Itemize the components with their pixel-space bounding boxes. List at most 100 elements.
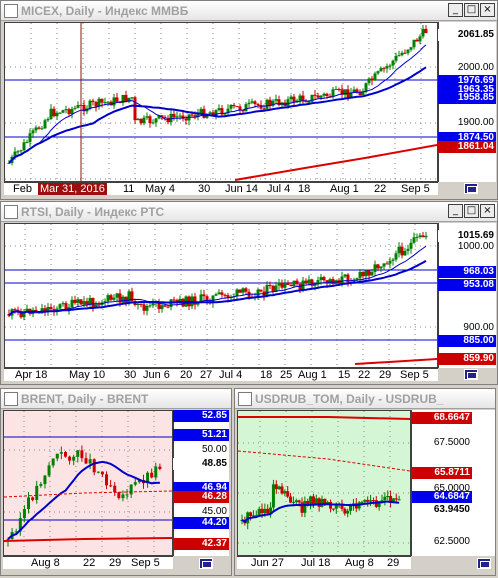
x-tick-label: 22 [358, 369, 371, 381]
brent-chart-window[interactable]: BRENT, Daily - BRENT 52.85 51.21 50.00 4… [0, 388, 232, 576]
candle-body [322, 277, 326, 281]
x-tick-label: Aug 8 [345, 557, 374, 569]
x-tick-label: Jun 27 [251, 557, 285, 569]
candle-body [260, 508, 264, 514]
candle-body [85, 301, 89, 305]
maximize-button[interactable]: □ [464, 3, 479, 17]
minimize-button[interactable]: _ [448, 3, 463, 17]
candle-body [331, 508, 335, 510]
brent-titlebar[interactable]: BRENT, Daily - BRENT [1, 389, 231, 409]
candle-body [235, 289, 239, 296]
candle-body [382, 68, 386, 70]
candle-body [55, 453, 59, 459]
candle-body [424, 28, 428, 34]
candle-body [16, 151, 20, 153]
brent-price-scale[interactable]: 52.85 51.21 50.00 48.85 46.94 46.28 45.0… [173, 410, 229, 556]
candle-body [409, 47, 413, 50]
candle-body [76, 105, 80, 108]
candle-body [385, 263, 389, 265]
candle-body [349, 505, 353, 511]
chart-navigator-icon[interactable] [464, 369, 478, 380]
x-tick-label: 22 [374, 183, 387, 195]
usdrub-titlebar[interactable]: USDRUB_TOM, Daily - USDRUB_ [235, 389, 495, 409]
rtsi-titlebar[interactable]: RTSI, Daily - Индекс РТС _ □ × [1, 202, 497, 222]
candle-body [91, 100, 95, 103]
candle-body [145, 306, 149, 311]
candle-body [193, 115, 197, 117]
maximize-button[interactable]: □ [464, 204, 479, 218]
candle-body [133, 482, 137, 485]
candle-body [175, 116, 179, 118]
candle-body [382, 263, 386, 267]
candle-body [130, 97, 134, 99]
rtsi-price-scale[interactable]: 1015.69 1000.00 968.03 953.08 900.00 885… [438, 223, 496, 368]
candle-body [115, 97, 119, 102]
candle-body [13, 309, 17, 311]
candle-body [283, 491, 287, 494]
candle-body [40, 128, 44, 130]
candle-body [166, 117, 170, 123]
x-tick-label: 29 [387, 557, 400, 569]
candle-body [388, 65, 392, 67]
candle-body [280, 282, 284, 288]
chart-navigator-icon[interactable] [199, 558, 213, 569]
candle-body [142, 304, 146, 311]
candle-body [76, 450, 80, 457]
micex-titlebar[interactable]: MICEX, Daily - Индекс ММВБ _ □ × [1, 1, 497, 21]
rtsi-chart-window[interactable]: RTSI, Daily - Индекс РТС _ □ × 1015.69 1… [0, 201, 498, 385]
candle-body [25, 142, 29, 144]
candle-body [283, 283, 287, 288]
usdrub-plot-area[interactable] [237, 410, 411, 556]
candle-body [47, 465, 51, 476]
candle-body [214, 294, 218, 296]
y-tick-label: 1000.00 [457, 241, 494, 252]
candle-body [133, 97, 137, 121]
candle-body [112, 97, 116, 106]
moving-average-blue [7, 460, 160, 540]
candle-body [199, 108, 203, 114]
candle-body [394, 55, 398, 61]
minimize-button[interactable]: _ [448, 204, 463, 218]
rtsi-plot-area[interactable] [4, 223, 438, 368]
close-button[interactable]: × [480, 3, 495, 17]
candle-body [43, 475, 47, 485]
x-tick-label: Sep 5 [131, 557, 160, 569]
candle-body [397, 499, 401, 501]
candle-body [154, 466, 158, 478]
micex-price-scale[interactable]: 2061.85 2000.00 1976.69 1963.35 1958.85 … [438, 22, 496, 182]
chart-navigator-icon[interactable] [464, 183, 478, 194]
micex-plot-area[interactable] [4, 22, 438, 182]
ma-label: 953.08 [438, 279, 496, 291]
candle-body [397, 55, 401, 57]
ma-label: 64.6847 [412, 491, 472, 503]
candle-body [271, 484, 275, 508]
y-tick-label: 2000.00 [457, 62, 494, 73]
candle-body [373, 264, 377, 272]
candle-body [178, 115, 182, 117]
candle-body [367, 270, 371, 276]
candle-body [37, 127, 41, 129]
candle-body [100, 471, 104, 475]
candle-body [355, 278, 359, 280]
ma-label: 42.37 [173, 538, 229, 550]
candle-body [361, 271, 365, 277]
candle-body [291, 502, 295, 504]
candle-body [220, 292, 224, 295]
candle-body [257, 508, 261, 516]
candle-body [208, 112, 212, 115]
level-label: 968.03 [438, 266, 496, 278]
candle-body [73, 107, 77, 109]
candle-body [100, 98, 104, 103]
micex-chart-window[interactable]: MICEX, Daily - Индекс ММВБ _ □ × 2061.85… [0, 0, 498, 200]
candle-body [217, 108, 221, 111]
usdrub-price-scale[interactable]: 68.6647 67.5000 65.8711 65.0000 64.6847 … [411, 410, 495, 556]
ma-label: 1861.04 [438, 141, 496, 153]
usdrub-chart-window[interactable]: USDRUB_TOM, Daily - USDRUB_ 68.6647 67.5… [234, 388, 496, 576]
candle-body [256, 289, 260, 297]
candle-body [394, 498, 398, 500]
candle-body [370, 271, 374, 276]
chart-navigator-icon[interactable] [477, 558, 491, 569]
close-button[interactable]: × [480, 204, 495, 218]
brent-plot-area[interactable] [3, 410, 173, 556]
x-tick-label: 11 [123, 183, 135, 195]
